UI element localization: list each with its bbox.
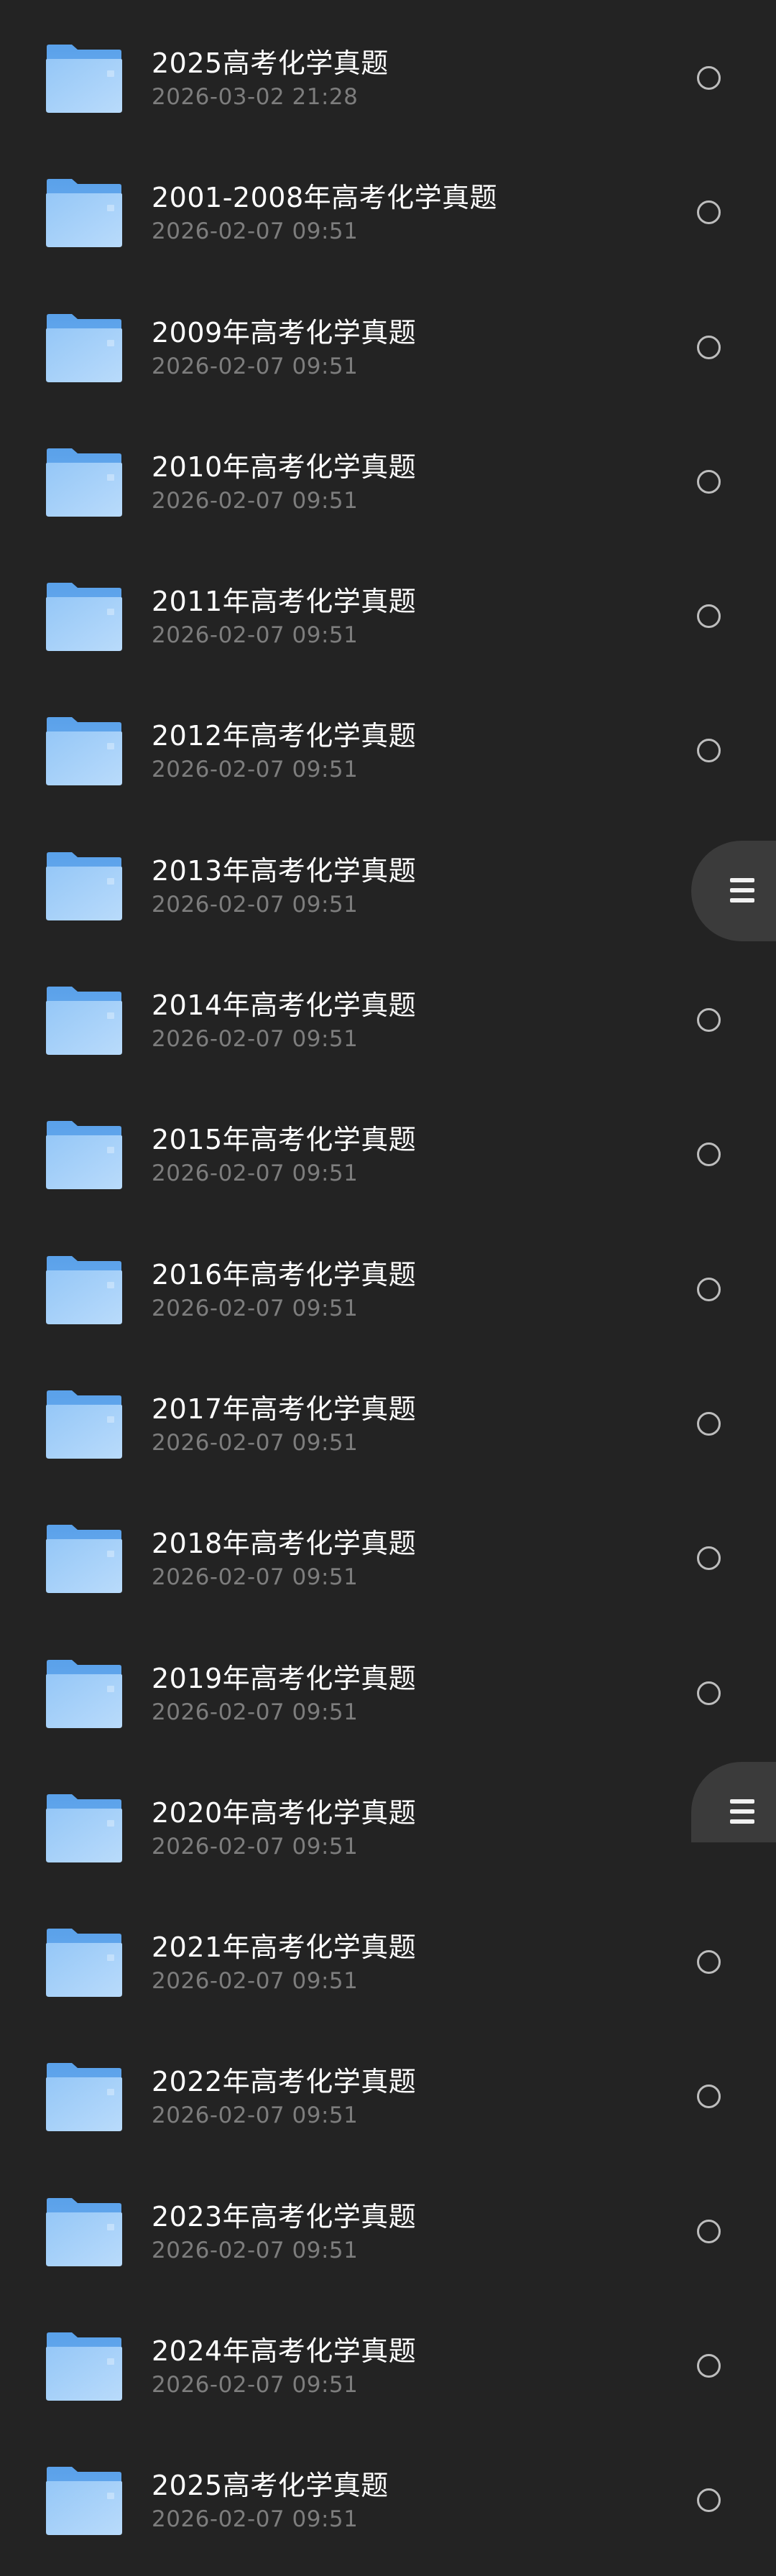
folder-date: 2026-02-07 09:51: [152, 1160, 359, 1187]
folder-name: 2010年高考化学真题: [152, 451, 417, 483]
folder-date: 2026-02-07 09:51: [152, 2237, 359, 2263]
radio-circle-icon[interactable]: [697, 1008, 721, 1033]
folder-name: 2025高考化学真题: [152, 47, 389, 79]
radio-circle-icon[interactable]: [697, 1142, 721, 1167]
folder-name: 2018年高考化学真题: [152, 1528, 417, 1560]
folder-date: 2026-02-07 09:51: [152, 757, 359, 783]
folder-row[interactable]: 2019年高考化学真题 2026-02-07 09:51: [0, 1615, 776, 1750]
folder-row[interactable]: 2021年高考化学真题 2026-02-07 09:51: [0, 1884, 776, 2018]
folder-row[interactable]: 2018年高考化学真题 2026-02-07 09:51: [0, 1480, 776, 1615]
folder-date: 2026-02-07 09:51: [152, 2102, 359, 2129]
folder-name: 2015年高考化学真题: [152, 1124, 417, 1156]
folder-date: 2026-02-07 09:51: [152, 1968, 359, 1995]
folder-row[interactable]: 2013年高考化学真题 2026-02-07 09:51: [0, 808, 776, 942]
folder-name: 2020年高考化学真题: [152, 1796, 417, 1829]
folder-name: 2009年高考化学真题: [152, 316, 417, 348]
radio-circle-icon[interactable]: [697, 469, 721, 494]
file-browser-screen: 2025高考化学真题 2026-03-02 21:28 2001-2008年高考…: [0, 0, 776, 2576]
folder-icon: [46, 177, 122, 248]
folder-icon: [46, 1120, 122, 1190]
folder-name: 2024年高考化学真题: [152, 2335, 417, 2368]
folder-date: 2026-02-07 09:51: [152, 622, 359, 649]
radio-circle-icon[interactable]: [697, 1546, 721, 1571]
folder-name: 2014年高考化学真题: [152, 989, 417, 1022]
folder-icon: [46, 2465, 122, 2536]
radio-circle-icon[interactable]: [697, 1277, 721, 1301]
folder-icon: [46, 2197, 122, 2267]
folder-row[interactable]: 2009年高考化学真题 2026-02-07 09:51: [0, 269, 776, 404]
folder-row[interactable]: 2010年高考化学真题 2026-02-07 09:51: [0, 404, 776, 538]
radio-circle-icon[interactable]: [697, 335, 721, 359]
folder-date: 2026-02-07 09:51: [152, 353, 359, 379]
folder-icon: [46, 1927, 122, 1998]
folder-name: 2025高考化学真题: [152, 2470, 389, 2502]
folder-name: 2001-2008年高考化学真题: [152, 182, 498, 214]
folder-row[interactable]: 2023年高考化学真题 2026-02-07 09:51: [0, 2153, 776, 2288]
folder-icon: [46, 447, 122, 517]
folder-date: 2026-02-07 09:51: [152, 1833, 359, 1860]
folder-row[interactable]: 2022年高考化学真题 2026-02-07 09:51: [0, 2018, 776, 2153]
folder-icon: [46, 1658, 122, 1729]
radio-circle-icon[interactable]: [697, 2219, 721, 2243]
folder-row[interactable]: 2020年高考化学真题 2026-02-07 09:51: [0, 1750, 776, 1884]
folder-icon: [46, 1389, 122, 1459]
folder-row[interactable]: 2011年高考化学真题 2026-02-07 09:51: [0, 538, 776, 673]
radio-circle-icon[interactable]: [697, 739, 721, 763]
folder-row[interactable]: 2012年高考化学真题 2026-02-07 09:51: [0, 673, 776, 807]
folder-name: 2022年高考化学真题: [152, 2066, 417, 2098]
folder-row[interactable]: 2016年高考化学真题 2026-02-07 09:51: [0, 1211, 776, 1346]
folder-row[interactable]: 2025高考化学真题 2026-03-02 21:28: [0, 0, 776, 134]
folder-date: 2026-02-07 09:51: [152, 1699, 359, 1725]
folder-name: 2017年高考化学真题: [152, 1393, 417, 1425]
radio-circle-icon[interactable]: [697, 1411, 721, 1436]
folder-date: 2026-02-07 09:51: [152, 487, 359, 514]
folder-date: 2026-03-02 21:28: [152, 84, 359, 110]
folder-date: 2026-02-07 09:51: [152, 2506, 359, 2533]
radio-circle-icon[interactable]: [697, 200, 721, 225]
folder-date: 2026-02-07 09:51: [152, 2372, 359, 2399]
folder-name: 2016年高考化学真题: [152, 1258, 417, 1291]
folder-list: 2025高考化学真题 2026-03-02 21:28 2001-2008年高考…: [0, 0, 776, 2557]
folder-date: 2026-02-07 09:51: [152, 218, 359, 245]
folder-icon: [46, 716, 122, 786]
folder-name: 2023年高考化学真题: [152, 2200, 417, 2233]
radio-circle-icon[interactable]: [697, 2085, 721, 2109]
menu-lines-icon: [730, 877, 757, 904]
radio-circle-icon[interactable]: [697, 2354, 721, 2378]
folder-icon: [46, 1255, 122, 1325]
radio-circle-icon[interactable]: [697, 66, 721, 90]
folder-name: 2021年高考化学真题: [152, 1931, 417, 1964]
menu-lines-icon: [730, 1798, 757, 1825]
folder-name: 2013年高考化学真题: [152, 854, 417, 887]
folder-icon: [46, 2062, 122, 2132]
folder-date: 2026-02-07 09:51: [152, 1295, 359, 1321]
radio-circle-icon[interactable]: [697, 604, 721, 629]
folder-date: 2026-02-07 09:51: [152, 1026, 359, 1053]
radio-circle-icon[interactable]: [697, 1950, 721, 1975]
folder-name: 2011年高考化学真题: [152, 586, 417, 618]
folder-icon: [46, 313, 122, 383]
folder-row[interactable]: 2025高考化学真题 2026-02-07 09:51: [0, 2422, 776, 2557]
folder-icon: [46, 985, 122, 1056]
folder-icon: [46, 1523, 122, 1594]
folder-row[interactable]: 2015年高考化学真题 2026-02-07 09:51: [0, 1076, 776, 1211]
folder-icon: [46, 581, 122, 652]
folder-date: 2026-02-07 09:51: [152, 891, 359, 918]
folder-date: 2026-02-07 09:51: [152, 1429, 359, 1456]
folder-icon: [46, 43, 122, 114]
folder-row[interactable]: 2024年高考化学真题 2026-02-07 09:51: [0, 2288, 776, 2422]
radio-circle-icon[interactable]: [697, 1681, 721, 1705]
folder-icon: [46, 2331, 122, 2401]
folder-row[interactable]: 2017年高考化学真题 2026-02-07 09:51: [0, 1346, 776, 1480]
folder-row[interactable]: 2014年高考化学真题 2026-02-07 09:51: [0, 942, 776, 1076]
folder-icon: [46, 851, 122, 921]
radio-circle-icon[interactable]: [697, 2488, 721, 2513]
folder-name: 2012年高考化学真题: [152, 720, 417, 752]
folder-row[interactable]: 2001-2008年高考化学真题 2026-02-07 09:51: [0, 134, 776, 269]
folder-name: 2019年高考化学真题: [152, 1662, 417, 1694]
folder-icon: [46, 1793, 122, 1863]
folder-date: 2026-02-07 09:51: [152, 1564, 359, 1591]
